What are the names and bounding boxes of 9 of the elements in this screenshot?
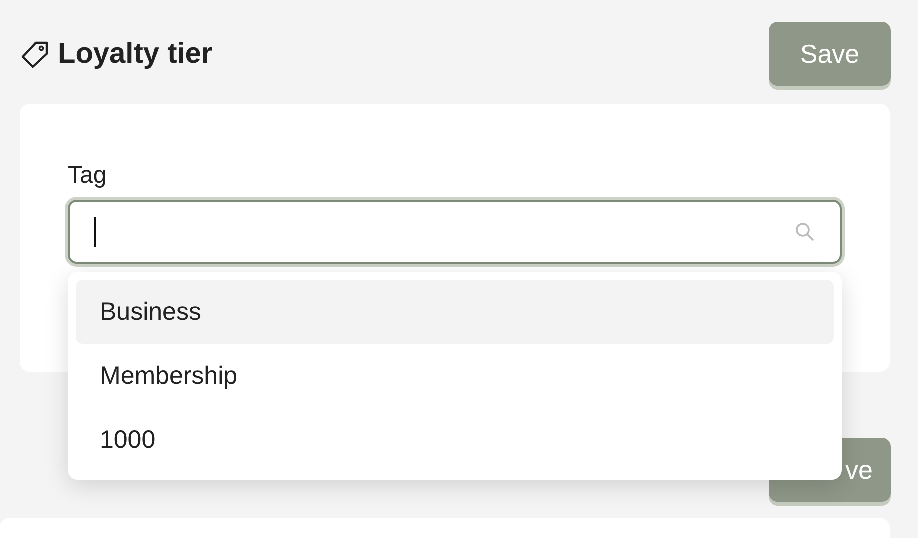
text-cursor <box>94 217 96 247</box>
dropdown-option[interactable]: Membership <box>76 344 834 408</box>
field-label: Tag <box>68 162 108 190</box>
dropdown-option[interactable]: Business <box>76 280 834 344</box>
dropdown-option[interactable]: 1000 <box>76 408 834 472</box>
tag-icon <box>20 40 50 70</box>
search-icon <box>794 221 816 243</box>
search-field[interactable] <box>68 200 842 264</box>
page-title: Loyalty tier <box>58 39 213 71</box>
